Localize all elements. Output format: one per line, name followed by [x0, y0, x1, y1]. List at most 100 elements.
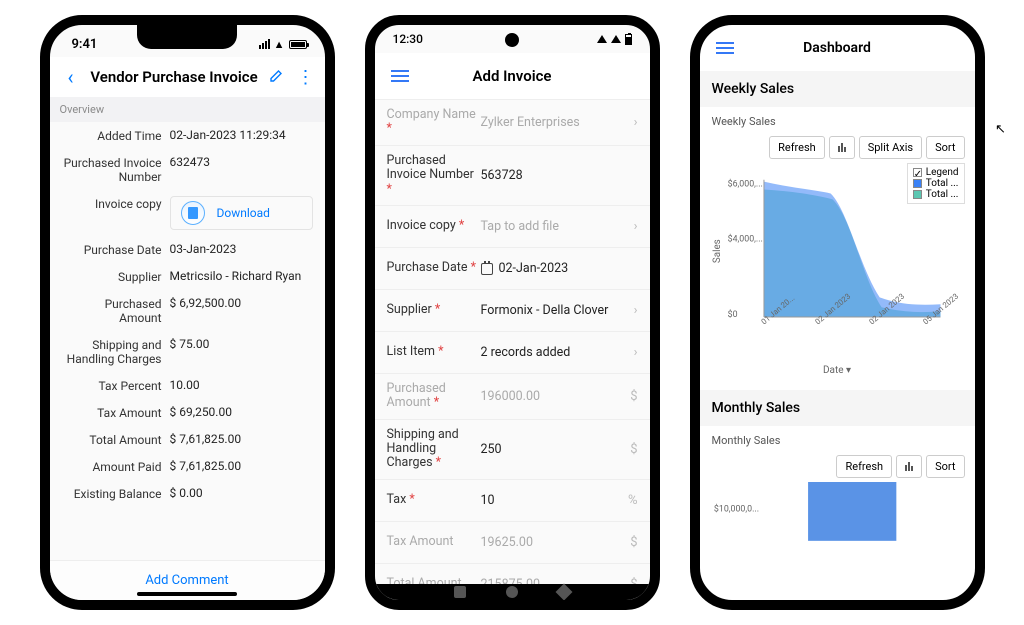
form-row[interactable]: Shipping and Handling Charges *250$ — [375, 420, 650, 480]
section-header-monthly: Monthly Sales — [700, 390, 975, 426]
detail-row: SupplierMetricsilo - Richard Ryan — [50, 263, 325, 290]
mouse-cursor-icon: ↖︎ — [995, 122, 1006, 137]
section-header-weekly: Weekly Sales — [700, 71, 975, 107]
svg-text:$4,000,...: $4,000,... — [727, 233, 762, 244]
form-value: 19625.00 — [477, 535, 625, 550]
form-value: Tap to add file — [477, 219, 628, 234]
form-row[interactable]: Purchased Invoice Number *563728 — [375, 146, 650, 206]
chevron-right-icon: › — [634, 219, 638, 234]
form-row[interactable]: Company Name *Zylker Enterprises› — [375, 100, 650, 146]
section-header-overview: Overview — [50, 97, 325, 122]
detail-row: Amount Paid$ 7,61,825.00 — [50, 453, 325, 480]
refresh-button[interactable]: Refresh — [836, 455, 892, 478]
chart-type-button[interactable] — [896, 455, 922, 478]
detail-value: Download — [170, 196, 313, 230]
iphone-notch — [137, 25, 237, 49]
monthly-chart: $10,000,0... — [700, 482, 975, 545]
detail-row: Shipping and Handling Charges$ 75.00 — [50, 331, 325, 372]
svg-text:$0: $0 — [727, 309, 737, 320]
form-row[interactable]: Purchased Amount *196000.00$ — [375, 374, 650, 420]
chart-title-weekly: Weekly Sales — [700, 107, 975, 132]
detail-label: Purchased Invoice Number — [62, 155, 170, 184]
signal-icon — [259, 39, 270, 49]
form-label: Purchased Invoice Number * — [387, 154, 477, 197]
detail-label: Tax Amount — [62, 405, 170, 420]
form-row[interactable]: Tax *10% — [375, 480, 650, 522]
wifi-icon — [597, 35, 607, 43]
phone-dashboard: Dashboard Weekly Sales Weekly Sales Refr… — [690, 15, 985, 610]
menu-icon[interactable] — [387, 63, 413, 89]
more-icon[interactable]: ⋮ — [297, 67, 313, 88]
svg-text:$10,000,0...: $10,000,0... — [713, 504, 758, 515]
download-label: Download — [217, 206, 270, 220]
dashboard-navbar: Dashboard — [700, 25, 975, 71]
svg-text:$6,000,...: $6,000,... — [727, 179, 762, 190]
detail-value: $ 6,92,500.00 — [170, 296, 313, 310]
detail-row: Invoice copy Download — [50, 190, 325, 236]
detail-label: Added Time — [62, 128, 170, 143]
detail-row: Total Amount$ 7,61,825.00 — [50, 426, 325, 453]
detail-label: Existing Balance — [62, 486, 170, 501]
form-row[interactable]: Invoice copy *Tap to add file › — [375, 206, 650, 248]
page-title: Dashboard — [738, 40, 937, 56]
legend-swatch-teal — [913, 190, 922, 199]
detail-row: Purchased Amount$ 6,92,500.00 — [50, 290, 325, 331]
detail-row: Purchase Date03-Jan-2023 — [50, 236, 325, 263]
form-label: Company Name * — [387, 108, 477, 137]
chevron-right-icon: › — [634, 115, 638, 130]
form-row[interactable]: Tax Amount 19625.00$ — [375, 522, 650, 564]
form-row[interactable]: Purchase Date *02-Jan-2023 — [375, 248, 650, 290]
form-value: 2 records added — [477, 345, 628, 360]
sort-button[interactable]: Sort — [926, 455, 964, 478]
detail-label: Supplier — [62, 269, 170, 284]
detail-value: $ 69,250.00 — [170, 405, 313, 419]
chart-type-button[interactable] — [829, 136, 855, 159]
status-time: 9:41 — [72, 37, 98, 52]
file-icon — [181, 201, 205, 225]
refresh-button[interactable]: Refresh — [769, 136, 825, 159]
x-axis-label: Date — [823, 365, 844, 376]
android-nav-buttons — [375, 584, 650, 600]
form-value: Formonix - Della Clover — [477, 303, 628, 318]
y-axis-label: Sales — [711, 239, 722, 263]
sort-button[interactable]: Sort — [926, 136, 964, 159]
detail-value: Metricsilo - Richard Ryan — [170, 269, 313, 283]
home-indicator — [137, 592, 237, 596]
bars-icon — [838, 143, 846, 152]
detail-value: 10.00 — [170, 378, 313, 392]
form-label: Purchased Amount * — [387, 382, 477, 411]
chevron-right-icon: › — [634, 345, 638, 360]
form-label: Shipping and Handling Charges * — [387, 428, 477, 471]
page-title: Vendor Purchase Invoice — [80, 68, 269, 86]
detail-label: Invoice copy — [62, 196, 170, 211]
form-row[interactable]: List Item *2 records added› — [375, 332, 650, 374]
form-value: 250 — [477, 442, 625, 457]
weekly-chart: ✓Legend Total ... Total ... Sales $6,000… — [700, 163, 975, 390]
detail-row: Purchased Invoice Number632473 — [50, 149, 325, 190]
form-value: 02-Jan-2023 — [477, 261, 632, 276]
bars-icon — [905, 462, 913, 471]
back-button[interactable]: ‹ — [62, 63, 80, 91]
detail-label: Tax Percent — [62, 378, 170, 393]
unit-label: $ — [624, 535, 637, 550]
detail-value: $ 7,61,825.00 — [170, 432, 313, 446]
detail-value: $ 7,61,825.00 — [170, 459, 313, 473]
status-time: 12:30 — [393, 32, 423, 46]
unit-label: % — [622, 493, 638, 508]
legend-swatch-blue — [913, 179, 922, 188]
download-button[interactable]: Download — [170, 196, 313, 230]
detail-row: Tax Amount$ 69,250.00 — [50, 399, 325, 426]
form-row[interactable]: Supplier *Formonix - Della Clover› — [375, 290, 650, 332]
edit-icon[interactable] — [269, 67, 285, 87]
chevron-right-icon: › — [634, 303, 638, 318]
camera-hole — [505, 33, 519, 47]
detail-value: 632473 — [170, 155, 313, 169]
detail-value: 02-Jan-2023 11:29:34 — [170, 128, 313, 142]
split-axis-button[interactable]: Split Axis — [859, 136, 922, 159]
form-value: 10 — [477, 493, 622, 508]
page-title: Add Invoice — [413, 67, 612, 85]
menu-icon[interactable] — [712, 35, 738, 61]
detail-label: Total Amount — [62, 432, 170, 447]
legend-checkbox[interactable]: ✓ — [913, 168, 922, 177]
form-label: Invoice copy * — [387, 219, 477, 233]
